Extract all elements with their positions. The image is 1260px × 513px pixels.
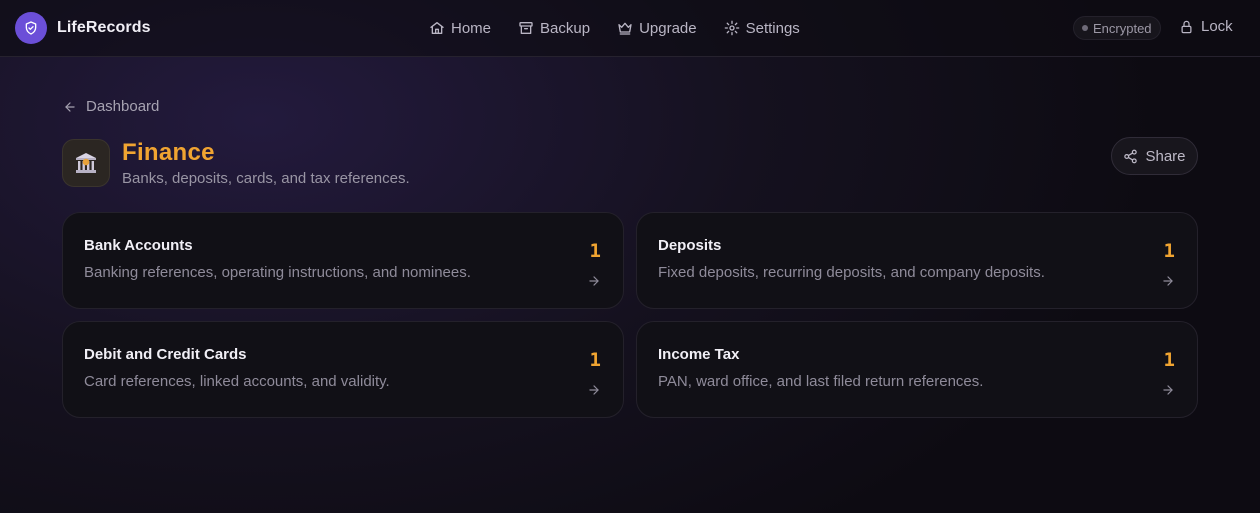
arrow-right-icon [1163, 385, 1173, 395]
card-title: Bank Accounts [84, 237, 193, 254]
card-title: Income Tax [658, 346, 740, 363]
record-count: 1 [1163, 349, 1175, 371]
archive-icon [519, 22, 533, 34]
lock-icon [1181, 20, 1192, 33]
record-count: 1 [589, 240, 601, 262]
arrow-left-icon [65, 101, 75, 112]
card-description: PAN, ward office, and last filed return … [658, 373, 984, 390]
encrypted-badge: Encrypted [1073, 16, 1161, 40]
nav-upgrade[interactable]: Upgrade [617, 17, 697, 39]
status-dot [1082, 25, 1088, 31]
bank-icon [62, 139, 110, 187]
back-to-dashboard-link[interactable]: Dashboard [63, 98, 159, 115]
record-count: 1 [589, 349, 601, 371]
card-title: Debit and Credit Cards [84, 346, 247, 363]
share-button[interactable]: Share [1111, 137, 1198, 175]
nav-home[interactable]: Home [429, 17, 491, 39]
card-bank-accounts[interactable]: Bank Accounts Banking references, operat… [62, 212, 624, 309]
card-income-tax[interactable]: Income Tax PAN, ward office, and last fi… [636, 321, 1198, 418]
home-icon [430, 22, 444, 34]
back-label: Dashboard [86, 98, 160, 115]
nav-settings-label: Settings [745, 19, 800, 37]
top-bar: LifeRecords Home Backup Upgrade Settings… [0, 0, 1260, 57]
app-name: LifeRecords [57, 19, 151, 36]
share-icon [1124, 149, 1138, 163]
card-description: Fixed deposits, recurring deposits, and … [658, 264, 1045, 281]
card-deposits[interactable]: Deposits Fixed deposits, recurring depos… [636, 212, 1198, 309]
brand[interactable]: LifeRecords [15, 12, 151, 44]
arrow-right-icon [589, 385, 599, 395]
crown-icon [618, 22, 632, 35]
nav-backup-label: Backup [540, 19, 591, 37]
card-description: Banking references, operating instructio… [84, 264, 471, 281]
card-title: Deposits [658, 237, 722, 254]
card-description: Card references, linked accounts, and va… [84, 373, 390, 390]
record-count: 1 [1163, 240, 1175, 262]
arrow-right-icon [589, 276, 599, 286]
nav-settings[interactable]: Settings [724, 17, 800, 39]
share-label: Share [1145, 147, 1186, 165]
nav-backup[interactable]: Backup [518, 17, 590, 39]
nav-upgrade-label: Upgrade [639, 19, 697, 37]
shield-icon [15, 12, 47, 44]
page-title: Finance [122, 139, 215, 166]
encrypted-label: Encrypted [1093, 20, 1152, 36]
gear-icon [724, 20, 739, 36]
card-debit-credit-cards[interactable]: Debit and Credit Cards Card references, … [62, 321, 624, 418]
lock-button[interactable]: Lock [1179, 18, 1233, 35]
arrow-right-icon [1163, 276, 1173, 286]
main-nav: Home Backup Upgrade Settings [429, 17, 827, 39]
lock-label: Lock [1201, 18, 1233, 35]
page-subtitle: Banks, deposits, cards, and tax referenc… [122, 170, 410, 187]
nav-home-label: Home [451, 19, 492, 37]
